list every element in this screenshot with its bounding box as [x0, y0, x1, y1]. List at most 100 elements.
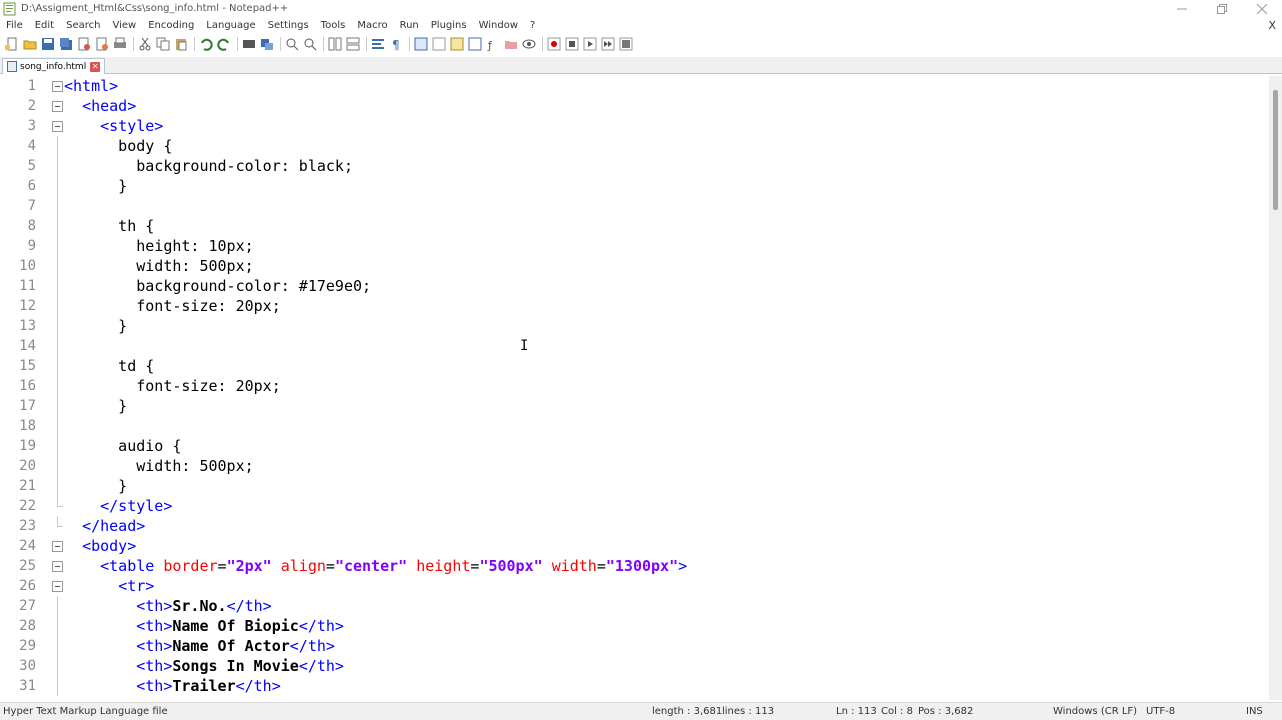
menu-settings[interactable]: Settings	[262, 17, 315, 34]
macro-play-multiple-button[interactable]	[600, 36, 616, 52]
code-line[interactable]: 1 <html>	[0, 76, 1270, 96]
menu-help[interactable]: ?	[524, 17, 541, 34]
close-button[interactable]	[76, 36, 92, 52]
scrollbar-thumb[interactable]	[1273, 90, 1278, 210]
code-line[interactable]: 27 <th>Sr.No.</th>	[0, 596, 1270, 616]
macro-stop-button[interactable]	[564, 36, 580, 52]
new-file-button[interactable]	[4, 36, 20, 52]
code-line[interactable]: 26 <tr>	[0, 576, 1270, 596]
line-number: 12	[19, 298, 36, 314]
code-line[interactable]: 7	[0, 196, 1270, 216]
code-line[interactable]: 10 width: 500px;	[0, 256, 1270, 276]
vertical-scrollbar[interactable]	[1269, 76, 1282, 700]
code-line[interactable]: 3 <style>	[0, 116, 1270, 136]
code-line[interactable]: 30 <th>Songs In Movie</th>	[0, 656, 1270, 676]
menu-tools[interactable]: Tools	[315, 17, 352, 34]
zoom-out-button[interactable]	[302, 36, 318, 52]
code-line[interactable]: 29 <th>Name Of Actor</th>	[0, 636, 1270, 656]
print-button[interactable]	[112, 36, 128, 52]
indent-guide-button[interactable]	[413, 36, 429, 52]
fold-collapse-icon[interactable]	[52, 541, 63, 552]
status-insert-mode[interactable]: INS	[1246, 706, 1263, 717]
show-all-chars-button[interactable]: ¶	[388, 36, 404, 52]
user-lang-button[interactable]	[431, 36, 447, 52]
sync-horizontal-button[interactable]	[345, 36, 361, 52]
code-line[interactable]: 21 }	[0, 476, 1270, 496]
code-line[interactable]: 28 <th>Name Of Biopic</th>	[0, 616, 1270, 636]
status-lines: lines : 113	[722, 706, 775, 717]
code-line[interactable]: 9 height: 10px;	[0, 236, 1270, 256]
function-list-button[interactable]: ƒ	[485, 36, 501, 52]
code-line[interactable]: 23 </head>	[0, 516, 1270, 536]
cut-button[interactable]	[137, 36, 153, 52]
tab-close-icon[interactable]: ✕	[90, 61, 101, 72]
doc-list-button[interactable]	[467, 36, 483, 52]
code-line[interactable]: 31 <th>Trailer</th>	[0, 676, 1270, 696]
code-line[interactable]: 17 }	[0, 396, 1270, 416]
code-line[interactable]: 5 background-color: black;	[0, 156, 1270, 176]
menu-plugins[interactable]: Plugins	[425, 17, 473, 34]
code-editor[interactable]: 1 <html> 2 <head> 3 <style> 4 body {5 backgr…	[0, 76, 1282, 700]
code-line[interactable]: 24 <body>	[0, 536, 1270, 556]
code-line[interactable]: 19 audio {	[0, 436, 1270, 456]
code-line[interactable]: 8 th {	[0, 216, 1270, 236]
paste-button[interactable]	[173, 36, 189, 52]
code-line[interactable]: 14	[0, 336, 1270, 356]
code-line[interactable]: 22 </style>	[0, 496, 1270, 516]
code-line[interactable]: 16 font-size: 20px;	[0, 376, 1270, 396]
close-document-button[interactable]: X	[1268, 17, 1276, 34]
menu-encoding[interactable]: Encoding	[142, 17, 200, 34]
status-encoding[interactable]: UTF-8	[1146, 706, 1175, 717]
menu-run[interactable]: Run	[394, 17, 425, 34]
macro-record-button[interactable]	[546, 36, 562, 52]
macro-save-button[interactable]	[618, 36, 634, 52]
code-line[interactable]: 4 body {	[0, 136, 1270, 156]
code-line[interactable]: 11 background-color: #17e9e0;	[0, 276, 1270, 296]
fold-collapse-icon[interactable]	[52, 101, 63, 112]
fold-collapse-icon[interactable]	[52, 81, 63, 92]
macro-play-button[interactable]	[582, 36, 598, 52]
fold-line-marker	[57, 396, 58, 416]
menu-view[interactable]: View	[106, 17, 142, 34]
open-file-button[interactable]	[22, 36, 38, 52]
menu-window[interactable]: Window	[473, 17, 524, 34]
monitoring-button[interactable]	[521, 36, 537, 52]
doc-map-button[interactable]	[449, 36, 465, 52]
tab-song-info[interactable]: song_info.html ✕	[2, 58, 106, 74]
fold-collapse-icon[interactable]	[52, 121, 63, 132]
redo-button[interactable]	[216, 36, 232, 52]
code-line[interactable]: 13 }	[0, 316, 1270, 336]
menu-macro[interactable]: Macro	[351, 17, 393, 34]
code-line[interactable]: 25 <table border="2px" align="center" he…	[0, 556, 1270, 576]
code-line[interactable]: 6 }	[0, 176, 1270, 196]
status-eol[interactable]: Windows (CR LF)	[1053, 706, 1137, 717]
menu-edit[interactable]: Edit	[29, 17, 60, 34]
copy-button[interactable]	[155, 36, 171, 52]
save-button[interactable]	[40, 36, 56, 52]
code-line[interactable]: 18	[0, 416, 1270, 436]
sync-vertical-button[interactable]	[327, 36, 343, 52]
code-line[interactable]: 12 font-size: 20px;	[0, 296, 1270, 316]
line-code: <table border="2px" align="center" heigh…	[64, 556, 687, 576]
undo-button[interactable]	[198, 36, 214, 52]
line-code: <html>	[64, 76, 118, 96]
fold-collapse-icon[interactable]	[52, 561, 63, 572]
word-wrap-button[interactable]	[370, 36, 386, 52]
code-line[interactable]: 2 <head>	[0, 96, 1270, 116]
menu-search[interactable]: Search	[60, 17, 106, 34]
menu-language[interactable]: Language	[200, 17, 261, 34]
minimize-button[interactable]	[1162, 0, 1202, 17]
close-window-button[interactable]	[1242, 0, 1282, 17]
restore-button[interactable]	[1202, 0, 1242, 17]
code-line[interactable]: 20 width: 500px;	[0, 456, 1270, 476]
fold-collapse-icon[interactable]	[52, 581, 63, 592]
save-all-button[interactable]	[58, 36, 74, 52]
close-all-button[interactable]	[94, 36, 110, 52]
replace-button[interactable]	[259, 36, 275, 52]
code-line[interactable]: 15 td {	[0, 356, 1270, 376]
zoom-in-button[interactable]	[284, 36, 300, 52]
menu-file[interactable]: File	[0, 17, 29, 34]
folder-workspace-button[interactable]	[503, 36, 519, 52]
find-button[interactable]	[241, 36, 257, 52]
